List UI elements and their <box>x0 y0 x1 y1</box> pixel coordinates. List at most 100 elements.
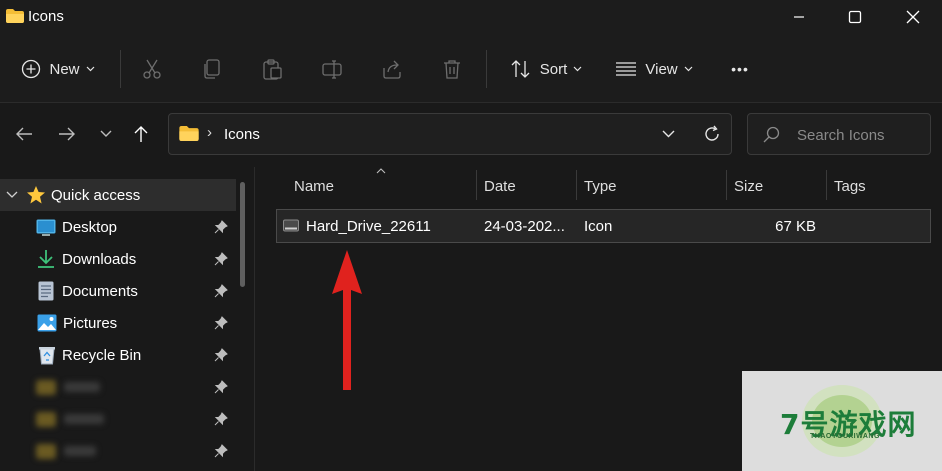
chevron-down-icon <box>6 191 18 198</box>
pin-icon <box>214 252 228 266</box>
forward-button[interactable] <box>51 118 83 150</box>
share-button[interactable] <box>374 50 410 88</box>
pictures-icon <box>37 314 57 332</box>
sidebar-item-label: Quick access <box>51 186 141 204</box>
paste-icon <box>263 59 282 80</box>
chevron-down-icon <box>684 66 693 72</box>
file-date: 24-03-202... <box>484 218 565 235</box>
folder-icon <box>36 411 56 427</box>
pin-icon <box>214 412 228 426</box>
scissors-icon <box>143 59 161 79</box>
paste-button[interactable] <box>254 50 290 88</box>
share-icon <box>383 60 401 79</box>
column-header-size[interactable]: Size <box>734 170 824 202</box>
pin-icon <box>214 444 228 458</box>
sort-label: Sort <box>539 60 568 78</box>
chevron-down-icon <box>573 66 582 72</box>
address-history-button[interactable] <box>656 123 680 145</box>
search-icon <box>763 126 780 143</box>
sidebar-item-label: Pictures <box>63 314 118 332</box>
sort-icon <box>511 60 530 78</box>
chevron-down-icon <box>662 130 674 138</box>
minimize-button[interactable] <box>772 0 826 34</box>
rename-button[interactable] <box>314 50 350 88</box>
sidebar-item-label: Desktop <box>62 218 118 236</box>
star-icon <box>27 186 45 204</box>
desktop-icon <box>36 219 56 236</box>
cut-button[interactable] <box>134 50 170 88</box>
column-divider[interactable] <box>726 170 727 200</box>
column-header-tags[interactable]: Tags <box>834 170 924 202</box>
trash-icon <box>444 60 460 79</box>
file-name: Hard_Drive_22611 <box>306 218 431 235</box>
new-button[interactable]: New <box>12 50 104 88</box>
refresh-button[interactable] <box>700 122 724 146</box>
delete-button[interactable] <box>434 50 470 88</box>
refresh-icon <box>705 125 719 141</box>
column-divider[interactable] <box>476 170 477 200</box>
sidebar-item-blurred[interactable] <box>0 435 236 467</box>
folder-icon <box>36 443 56 459</box>
up-button[interactable] <box>125 118 157 150</box>
folder-icon <box>36 379 56 395</box>
documents-icon <box>38 281 54 301</box>
redacted-label <box>64 414 104 424</box>
pin-icon <box>214 316 228 330</box>
sidebar-item-downloads[interactable]: Downloads <box>0 243 236 275</box>
pin-icon <box>214 348 228 362</box>
hard-drive-icon <box>283 219 299 232</box>
close-icon <box>906 10 920 24</box>
column-header-type[interactable]: Type <box>584 170 724 202</box>
folder-icon <box>6 9 24 23</box>
toolbar-separator <box>486 50 487 88</box>
toolbar-separator <box>120 50 121 88</box>
pane-divider[interactable] <box>254 167 255 471</box>
sidebar-item-label: Recycle Bin <box>62 346 142 364</box>
file-type: Icon <box>584 218 613 235</box>
more-options-button[interactable]: ••• <box>720 50 760 88</box>
view-list-icon <box>616 62 637 76</box>
folder-icon <box>179 126 199 141</box>
copy-icon <box>204 59 220 79</box>
sidebar-item-label: Documents <box>62 282 138 300</box>
breadcrumb-location[interactable]: Icons <box>224 126 260 143</box>
sidebar-item-label: Downloads <box>62 250 137 268</box>
view-label: View <box>645 60 678 78</box>
chevron-down-icon <box>100 130 112 137</box>
maximize-button[interactable] <box>828 0 882 34</box>
sort-button[interactable]: Sort <box>500 50 592 88</box>
file-size: 67 KB <box>775 218 816 235</box>
sidebar-item-quick-access[interactable]: Quick access <box>0 179 236 211</box>
sidebar-scrollbar[interactable] <box>240 182 245 287</box>
recent-locations-button[interactable] <box>90 118 122 150</box>
sidebar-item-documents[interactable]: Documents <box>0 275 236 307</box>
arrow-left-icon <box>16 127 32 141</box>
sidebar-item-pictures[interactable]: Pictures <box>0 307 236 339</box>
recycle-bin-icon <box>39 347 55 365</box>
sidebar-item-desktop[interactable]: Desktop <box>0 211 236 243</box>
view-button[interactable]: View <box>608 50 700 88</box>
plus-circle-icon <box>22 59 41 79</box>
breadcrumb-separator[interactable]: › <box>207 124 212 141</box>
column-header-name[interactable]: Name <box>294 170 474 202</box>
column-divider[interactable] <box>576 170 577 200</box>
sidebar-item-recycle-bin[interactable]: Recycle Bin <box>0 339 236 371</box>
pin-icon <box>214 380 228 394</box>
watermark-subtitle: THAOYOUXIWANG <box>810 433 880 440</box>
chevron-down-icon <box>86 66 94 72</box>
sidebar-item-blurred[interactable] <box>0 403 236 435</box>
window-title: Icons <box>28 8 64 25</box>
redacted-label <box>64 446 96 456</box>
back-button[interactable] <box>8 118 40 150</box>
redacted-label <box>64 382 100 392</box>
copy-button[interactable] <box>194 50 230 88</box>
column-divider[interactable] <box>826 170 827 200</box>
search-placeholder: Search Icons <box>797 127 885 144</box>
sidebar-item-blurred[interactable] <box>0 371 236 403</box>
column-header-date[interactable]: Date <box>484 170 574 202</box>
download-icon <box>38 250 54 268</box>
watermark: 7号游戏网 THAOYOUXIWANG <box>742 371 942 471</box>
close-button[interactable] <box>886 0 940 34</box>
arrow-right-icon <box>59 127 75 141</box>
pin-icon <box>214 220 228 234</box>
